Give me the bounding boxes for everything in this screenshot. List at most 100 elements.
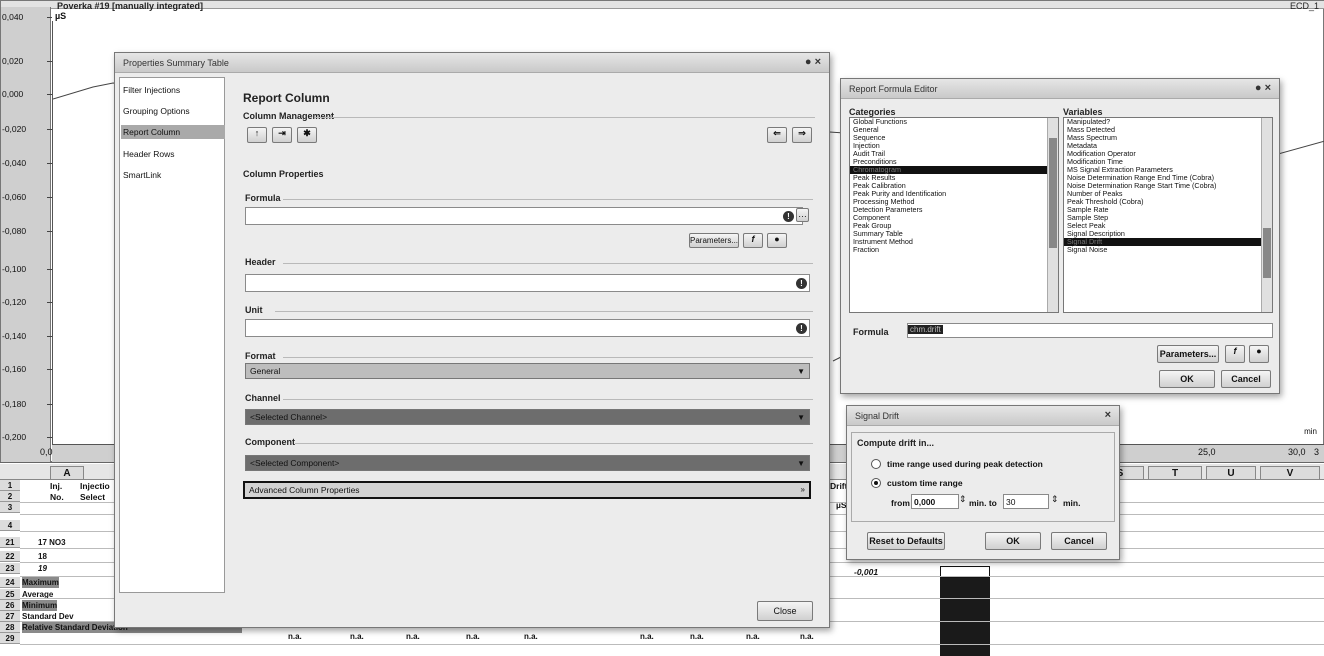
variables-list[interactable]: Manipulated? Mass Detected Mass Spectrum… [1063, 117, 1273, 313]
divider [283, 263, 813, 264]
format-select[interactable]: General ▼ [245, 363, 810, 379]
column-properties-label: Column Properties [243, 169, 324, 179]
row-header[interactable]: 4 [0, 520, 20, 531]
list-item[interactable]: Signal Noise [1064, 246, 1272, 254]
expand-icon: » [800, 485, 805, 494]
close-button[interactable]: Close [757, 601, 813, 621]
row-header[interactable]: 27 [0, 611, 20, 622]
format-value: General [250, 366, 281, 376]
row-header[interactable]: 1 [0, 480, 20, 491]
formula-ellipsis-button[interactable]: … [796, 208, 809, 222]
list-item[interactable]: Instrument Method [850, 238, 1058, 246]
divider [315, 117, 815, 118]
info-icon[interactable]: ! [783, 211, 794, 222]
to-input[interactable]: 30 [1003, 494, 1049, 509]
insert-column-button[interactable]: ↑ [247, 127, 267, 143]
scrollbar[interactable] [1047, 118, 1058, 312]
table-row[interactable]: Maximum [22, 577, 59, 588]
from-spinner-icon[interactable]: ⇕ [959, 494, 967, 505]
column-header-u[interactable]: U [1206, 466, 1256, 480]
na-cell: n.a. [690, 632, 704, 641]
row-header[interactable]: 23 [0, 563, 20, 574]
column-header-t[interactable]: T [1148, 466, 1202, 480]
channel-select[interactable]: <Selected Channel> ▼ [245, 409, 810, 425]
row-header[interactable]: 2 [0, 491, 20, 502]
table-row[interactable]: 18 [38, 551, 47, 562]
reset-to-defaults-button[interactable]: Reset to Defaults [867, 532, 945, 550]
row-header[interactable]: 3 [0, 502, 20, 513]
list-item[interactable]: Sequence [850, 134, 1058, 142]
dialog-title-bar[interactable]: Properties Summary Table ● × [115, 53, 829, 73]
row-header[interactable]: 21 [0, 537, 20, 548]
help-button[interactable]: ● [1249, 345, 1269, 363]
option-peak-detection-label[interactable]: time range used during peak detection [887, 459, 1043, 469]
row-header[interactable]: 29 [0, 633, 20, 644]
info-icon[interactable]: ! [796, 278, 807, 289]
parameters-button[interactable]: Parameters... [689, 233, 739, 248]
dialog-title: Signal Drift [855, 411, 900, 421]
divider [283, 399, 813, 400]
nav-item-smartlink[interactable]: SmartLink [121, 168, 231, 182]
row-header[interactable]: 22 [0, 551, 20, 562]
header-inj: Inj. [50, 481, 63, 491]
option-custom-range-label[interactable]: custom time range [887, 478, 963, 488]
table-row[interactable]: 19 [38, 563, 47, 574]
row-header[interactable]: 26 [0, 600, 20, 611]
formula-input[interactable] [245, 207, 803, 225]
help-button[interactable]: ● [767, 233, 787, 248]
from-label: from [891, 498, 910, 508]
y-tick-label: 0,000 [2, 89, 52, 99]
nav-item-header-rows[interactable]: Header Rows [121, 147, 231, 161]
move-right-button[interactable]: ⇒ [792, 127, 812, 143]
report-formula-editor-dialog: Report Formula Editor ● × Categories Var… [840, 78, 1280, 394]
function-button[interactable]: f [1225, 345, 1245, 363]
y-tick-label: 0,040 [2, 12, 52, 22]
na-cell: n.a. [466, 632, 480, 641]
categories-list[interactable]: Global Functions General Sequence Inject… [849, 117, 1059, 313]
nav-item-filter-injections[interactable]: Filter Injections [121, 83, 231, 97]
unit-input[interactable] [245, 319, 810, 337]
cancel-button[interactable]: Cancel [1051, 532, 1107, 550]
ok-button[interactable]: OK [985, 532, 1041, 550]
row-header[interactable]: 25 [0, 589, 20, 600]
help-close-icon[interactable]: ● × [805, 56, 821, 68]
channel-label: Channel [245, 393, 281, 403]
component-select[interactable]: <Selected Component> ▼ [245, 455, 810, 471]
formula-input[interactable]: chm.drift [907, 323, 1273, 338]
scrollbar[interactable] [1261, 118, 1272, 312]
radio-peak-detection[interactable] [871, 459, 881, 469]
list-item[interactable]: Fraction [850, 246, 1058, 254]
help-close-icon[interactable]: ● × [1255, 82, 1271, 94]
append-column-button[interactable]: ⇥ [272, 127, 292, 143]
column-header-a[interactable]: A [50, 466, 84, 480]
row-header[interactable]: 24 [0, 577, 20, 588]
row-header[interactable]: 28 [0, 622, 20, 633]
header-select: Select [80, 492, 106, 502]
function-button[interactable]: f [743, 233, 763, 248]
dialog-title-bar[interactable]: Signal Drift × [847, 406, 1119, 426]
to-spinner-icon[interactable]: ⇕ [1051, 494, 1059, 505]
ok-button[interactable]: OK [1159, 370, 1215, 388]
dialog-title-bar[interactable]: Report Formula Editor ● × [841, 79, 1279, 99]
column-header-v[interactable]: V [1260, 466, 1320, 480]
parameters-button[interactable]: Parameters... [1157, 345, 1219, 363]
move-left-button[interactable]: ⇐ [767, 127, 787, 143]
list-item[interactable]: Global Functions [850, 118, 1058, 126]
nav-item-report-column[interactable]: Report Column [121, 125, 225, 139]
table-row[interactable]: Minimum [22, 600, 58, 611]
categories-label: Categories [849, 107, 896, 117]
info-icon[interactable]: ! [796, 323, 807, 334]
divider [275, 311, 813, 312]
close-icon[interactable]: × [1105, 409, 1111, 421]
na-cell: n.a. [640, 632, 654, 641]
delete-column-button[interactable]: ✱ [297, 127, 317, 143]
from-input[interactable]: 0,000 [911, 494, 959, 509]
selected-column-block[interactable] [940, 566, 990, 656]
radio-custom-range[interactable] [871, 478, 881, 488]
cancel-button[interactable]: Cancel [1221, 370, 1271, 388]
header-input[interactable] [245, 274, 810, 292]
advanced-column-properties-expander[interactable]: Advanced Column Properties » [243, 481, 811, 499]
nav-item-grouping-options[interactable]: Grouping Options [121, 104, 231, 118]
table-row[interactable]: 17 NO3 [38, 537, 66, 548]
y-tick-label: -0,020 [2, 124, 52, 134]
